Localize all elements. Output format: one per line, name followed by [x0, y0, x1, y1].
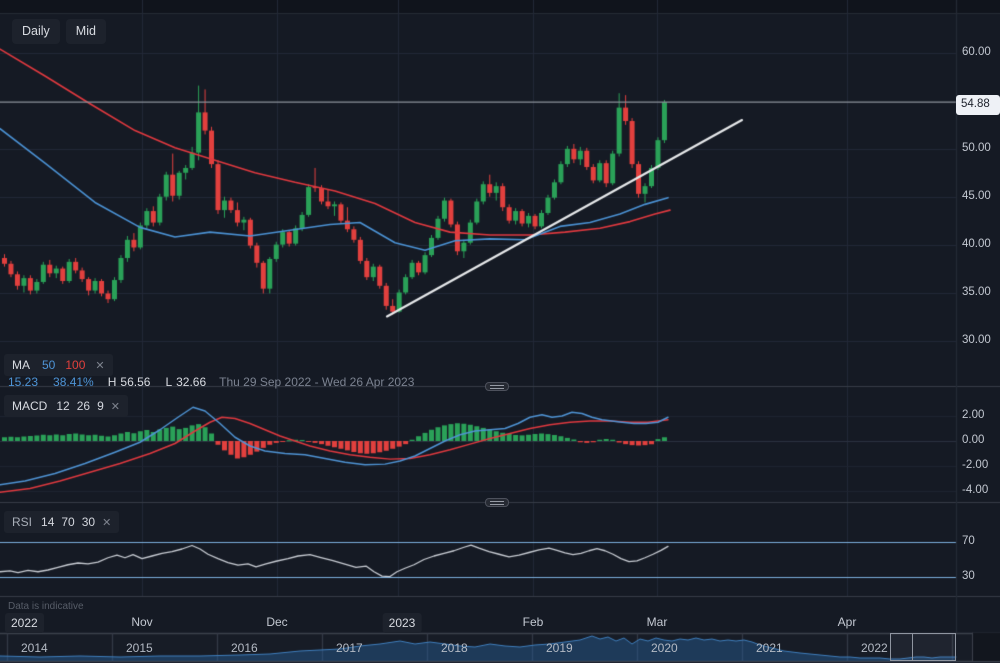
- macd-axis-tick: -2.00: [962, 460, 988, 472]
- price-info-row: 15.23 38.41% H 56.56 L 32.66 Thu 29 Sep …: [8, 375, 414, 389]
- navigator-year-2022: 2022: [861, 642, 888, 654]
- pane-resize-handle-macd[interactable]: [485, 382, 509, 391]
- xaxis-label-nov: Nov: [131, 616, 152, 628]
- ma-period-100: 100: [65, 358, 85, 372]
- chart-root: Daily Mid MA 50 100 ✕ 15.23 38.41% H 56.…: [0, 0, 1000, 663]
- navigator-year-2019: 2019: [546, 642, 573, 654]
- price-axis-tick: 60.00: [962, 47, 991, 59]
- ma-period-50: 50: [42, 358, 55, 372]
- navigator-selection-window[interactable]: [890, 633, 956, 661]
- xaxis-label-feb: Feb: [523, 616, 544, 628]
- macd-remove-icon[interactable]: ✕: [111, 400, 120, 413]
- info-date-range: Thu 29 Sep 2022 - Wed 26 Apr 2023: [219, 375, 414, 389]
- price-axis-tick: 30.00: [962, 335, 991, 347]
- ma-legend: MA 50 100 ✕: [4, 354, 113, 376]
- macd-fast-period: 12: [56, 399, 69, 413]
- info-high-value: 56.56: [120, 375, 150, 389]
- navigator-year-2020: 2020: [651, 642, 678, 654]
- macd-legend: MACD 12 26 9 ✕: [4, 395, 128, 417]
- interval-toolbar: Daily Mid: [12, 19, 106, 44]
- rsi-lower-level: 30: [82, 515, 95, 529]
- price-axis-tick: 50.00: [962, 143, 991, 155]
- navigator-year-2016: 2016: [231, 642, 258, 654]
- macd-axis-tick: -4.00: [962, 485, 988, 497]
- rsi-period: 14: [41, 515, 54, 529]
- info-low-label: L: [165, 375, 172, 389]
- navigator-year-2014: 2014: [21, 642, 48, 654]
- last-price-badge: 54.88: [956, 95, 1000, 115]
- data-indicative-note: Data is indicative: [8, 602, 84, 612]
- navigator-year-2015: 2015: [126, 642, 153, 654]
- info-high-label: H: [108, 375, 117, 389]
- price-axis-tick: 45.00: [962, 191, 991, 203]
- price-axis-tick: 40.00: [962, 239, 991, 251]
- navigator-selection-handle[interactable]: [912, 634, 913, 660]
- chart-canvas[interactable]: [0, 0, 1000, 663]
- price-axis-tick: 35.00: [962, 287, 991, 299]
- macd-slow-period: 26: [77, 399, 90, 413]
- xaxis-label-dec: Dec: [266, 616, 287, 628]
- xaxis-label-apr: Apr: [838, 616, 857, 628]
- navigator-year-2021: 2021: [756, 642, 783, 654]
- macd-axis-tick: 2.00: [962, 410, 984, 422]
- ma-legend-title: MA: [12, 358, 30, 372]
- xaxis-label-mar: Mar: [647, 616, 668, 628]
- pane-resize-handle-rsi[interactable]: [485, 498, 509, 507]
- macd-signal-period: 9: [97, 399, 104, 413]
- interval-button-daily[interactable]: Daily: [12, 19, 60, 44]
- navigator-year-2017: 2017: [336, 642, 363, 654]
- ma-remove-icon[interactable]: ✕: [95, 359, 104, 372]
- chart-type-button-mid[interactable]: Mid: [66, 19, 106, 44]
- xaxis-label-2022: 2022: [5, 613, 44, 633]
- rsi-upper-level: 70: [61, 515, 74, 529]
- macd-legend-title: MACD: [12, 399, 47, 413]
- rsi-remove-icon[interactable]: ✕: [102, 516, 111, 529]
- info-change-pct: 38.41%: [53, 375, 94, 389]
- rsi-legend-title: RSI: [12, 515, 32, 529]
- rsi-axis-tick: 70: [962, 536, 975, 548]
- macd-axis-tick: 0.00: [962, 435, 984, 447]
- navigator-year-2018: 2018: [441, 642, 468, 654]
- rsi-axis-tick: 30: [962, 571, 975, 583]
- rsi-legend: RSI 14 70 30 ✕: [4, 511, 119, 533]
- info-value: 15.23: [8, 375, 38, 389]
- xaxis-label-2023: 2023: [383, 613, 422, 633]
- info-low-value: 32.66: [176, 375, 206, 389]
